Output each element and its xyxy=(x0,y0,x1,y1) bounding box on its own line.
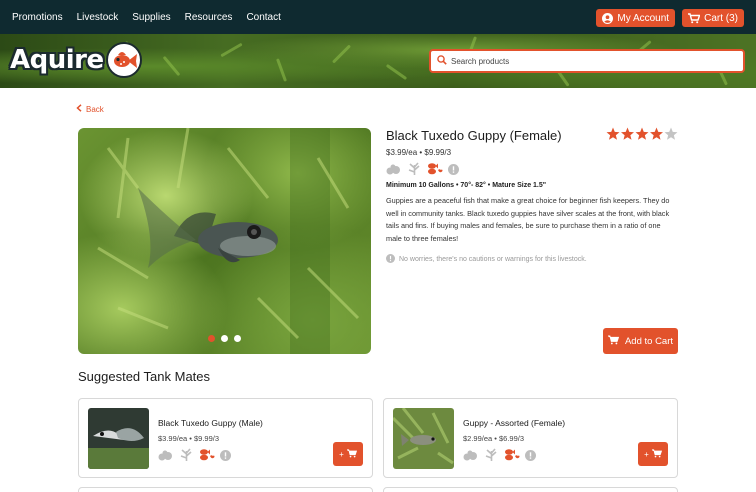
fish-logo-icon xyxy=(105,42,142,78)
chevron-left-icon xyxy=(76,104,82,114)
search-icon xyxy=(437,52,447,70)
suggested-product-card[interactable] xyxy=(78,487,373,492)
plant-icon xyxy=(407,162,422,180)
card-product-name[interactable]: Black Tuxedo Guppy (Male) xyxy=(158,418,263,428)
carousel-dot[interactable] xyxy=(234,335,241,342)
top-navbar: Promotions Livestock Supplies Resources … xyxy=(0,0,756,34)
info-icon[interactable] xyxy=(220,448,231,466)
nav-link-livestock[interactable]: Livestock xyxy=(77,12,119,23)
product-attribute-icons xyxy=(386,162,459,180)
my-account-label: My Account xyxy=(617,12,670,24)
carousel-dot[interactable] xyxy=(208,335,215,342)
card-add-to-cart-button[interactable]: + xyxy=(333,442,363,466)
plant-icon xyxy=(484,448,499,466)
back-link[interactable]: Back xyxy=(76,104,104,114)
suggested-product-card[interactable] xyxy=(383,487,678,492)
community-fish-icon xyxy=(504,448,520,466)
rocks-icon xyxy=(463,448,479,466)
logo-text: Aquire xyxy=(10,45,104,75)
info-icon[interactable] xyxy=(448,162,459,180)
card-product-price: $3.99/ea • $9.99/3 xyxy=(158,434,220,443)
my-account-button[interactable]: My Account xyxy=(596,9,676,27)
caution-note: No worries, there's no cautions or warni… xyxy=(386,254,587,265)
nav-link-supplies[interactable]: Supplies xyxy=(132,12,170,23)
cart-icon xyxy=(346,448,357,460)
add-to-cart-label: Add to Cart xyxy=(624,335,674,347)
nav-actions: My Account Cart (3) xyxy=(596,9,744,27)
star-icon xyxy=(664,127,678,140)
carousel-dot[interactable] xyxy=(221,335,228,342)
rocks-icon xyxy=(386,162,402,180)
nav-link-resources[interactable]: Resources xyxy=(185,12,233,23)
search-input[interactable] xyxy=(451,56,731,66)
card-attribute-icons xyxy=(463,448,536,466)
guppy-photo xyxy=(97,128,360,354)
plant-icon xyxy=(179,448,194,466)
nav-link-contact[interactable]: Contact xyxy=(246,12,280,23)
card-attribute-icons xyxy=(158,448,231,466)
product-image-carousel[interactable] xyxy=(78,128,371,354)
nav-link-promotions[interactable]: Promotions xyxy=(12,12,63,23)
card-add-plus: + xyxy=(339,449,344,459)
cart-icon xyxy=(607,334,620,348)
product-thumbnail xyxy=(393,408,454,469)
nav-links: Promotions Livestock Supplies Resources … xyxy=(12,12,295,23)
add-to-cart-button[interactable]: Add to Cart xyxy=(603,328,678,354)
back-label: Back xyxy=(86,104,104,114)
card-add-to-cart-button[interactable]: + xyxy=(638,442,668,466)
user-icon xyxy=(602,12,614,24)
star-icon xyxy=(650,127,663,140)
cart-label: Cart (3) xyxy=(704,12,738,24)
community-fish-icon xyxy=(199,448,215,466)
community-fish-icon xyxy=(427,162,443,180)
rating-stars xyxy=(606,127,678,141)
rocks-icon xyxy=(158,448,174,466)
star-icon xyxy=(635,127,649,140)
product-specs: Minimum 10 Gallons • 70°- 82° • Mature S… xyxy=(386,182,547,189)
product-price: $3.99/ea • $9.99/3 xyxy=(386,148,452,157)
carousel-dots xyxy=(78,335,371,342)
suggested-product-card[interactable]: Guppy - Assorted (Female) $2.99/ea • $6.… xyxy=(383,398,678,478)
caution-note-text: No worries, there's no cautions or warni… xyxy=(399,256,587,263)
suggested-section-title: Suggested Tank Mates xyxy=(78,369,211,384)
suggested-product-card[interactable]: Black Tuxedo Guppy (Male) $3.99/ea • $9.… xyxy=(78,398,373,478)
card-add-plus: + xyxy=(644,449,649,459)
cart-button[interactable]: Cart (3) xyxy=(682,9,744,27)
star-icon xyxy=(606,127,620,140)
product-thumbnail xyxy=(88,408,149,469)
card-product-price: $2.99/ea • $6.99/3 xyxy=(463,434,525,443)
product-description: Guppies are a peaceful fish that make a … xyxy=(386,196,670,243)
warning-info-icon xyxy=(386,254,395,265)
star-icon xyxy=(621,127,634,140)
cart-icon xyxy=(651,448,662,460)
card-product-name[interactable]: Guppy - Assorted (Female) xyxy=(463,418,565,428)
search-bar[interactable] xyxy=(429,49,745,73)
cart-icon xyxy=(688,12,701,24)
info-icon[interactable] xyxy=(525,448,536,466)
site-logo[interactable]: Aquire xyxy=(10,42,142,78)
product-title: Black Tuxedo Guppy (Female) xyxy=(386,128,562,143)
